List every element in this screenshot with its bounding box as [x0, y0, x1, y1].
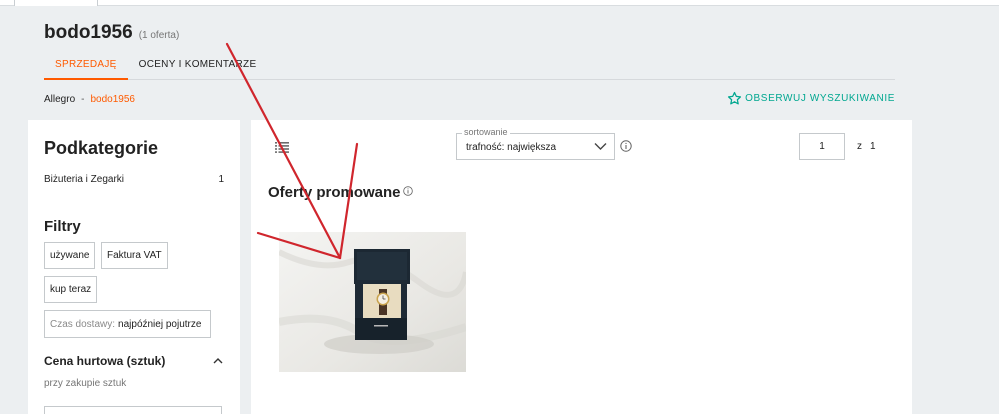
promoted-offers-heading: Oferty promowane — [268, 184, 413, 201]
tab-ratings[interactable]: OCENY I KOMENTARZE — [128, 56, 268, 80]
offer-count: (1 oferta) — [138, 30, 180, 41]
list-view-icon[interactable] — [275, 142, 289, 153]
subcategories-title: Podkategorie — [44, 138, 159, 158]
promoted-offers-title: Oferty promowane — [268, 184, 401, 201]
info-icon[interactable] — [402, 186, 413, 196]
category-item[interactable]: Biżuteria i Zegarki 1 — [44, 174, 224, 185]
breadcrumb-current[interactable]: bodo1956 — [90, 94, 135, 105]
delivery-label: Czas dostawy: — [50, 318, 116, 330]
seller-name: bodo1956 — [44, 22, 133, 43]
breadcrumb-home[interactable]: Allegro — [44, 94, 75, 105]
breadcrumb: Allegro - bodo1956 — [44, 94, 135, 105]
top-bar — [0, 0, 999, 6]
category-label: Biżuteria i Zegarki — [44, 174, 125, 185]
filters-title: Filtry — [44, 218, 81, 235]
price-section-toggle[interactable]: Cena hurtowa (sztuk) — [44, 354, 224, 368]
sidebar: Podkategorie Biżuteria i Zegarki 1 Filtr… — [28, 120, 240, 414]
listing-panel: sortowanie trafność: największa 1 z 1 Of… — [251, 120, 912, 414]
price-subtext: przy zakupie sztuk — [44, 378, 127, 389]
page-of-label: z — [857, 141, 862, 152]
breadcrumb-separator: - — [81, 94, 85, 105]
tab-selling[interactable]: SPRZEDAJĘ — [44, 56, 128, 80]
filter-used-chip[interactable]: używane — [44, 242, 96, 269]
page-total-value: 1 — [870, 141, 876, 152]
seller-tabs: SPRZEDAJĘ OCENY I KOMENTARZE — [44, 56, 895, 80]
product-thumbnail[interactable] — [279, 232, 466, 372]
filter-buy-now-chip[interactable]: kup teraz — [44, 276, 98, 303]
watch-search-button[interactable]: OBSERWUJ WYSZUKIWANIE — [727, 91, 895, 106]
category-count: 1 — [218, 174, 224, 185]
page-total: z 1 — [857, 141, 876, 152]
chevron-down-icon — [594, 143, 607, 150]
sort-select[interactable]: sortowanie trafność: największa — [456, 127, 615, 160]
page-number-input[interactable]: 1 — [799, 133, 845, 160]
star-outline-icon — [728, 91, 742, 105]
delivery-time-select[interactable]: Czas dostawy: najpóźniej pojutrze — [44, 310, 211, 338]
sort-value: trafność: największa — [466, 142, 557, 153]
price-input[interactable] — [44, 406, 222, 414]
info-icon[interactable] — [620, 140, 632, 152]
watch-search-label: OBSERWUJ WYSZUKIWANIE — [745, 93, 895, 104]
seller-header: bodo1956 (1 oferta) — [44, 22, 179, 44]
chevron-up-icon — [213, 358, 223, 364]
browser-tab-stub — [14, 0, 98, 6]
price-heading: Cena hurtowa (sztuk) — [44, 354, 166, 368]
delivery-value: najpóźniej pojutrze — [118, 318, 202, 330]
sort-label: sortowanie — [462, 127, 510, 137]
watch-box-image — [279, 232, 466, 372]
filter-vat-chip[interactable]: Faktura VAT — [101, 242, 168, 269]
